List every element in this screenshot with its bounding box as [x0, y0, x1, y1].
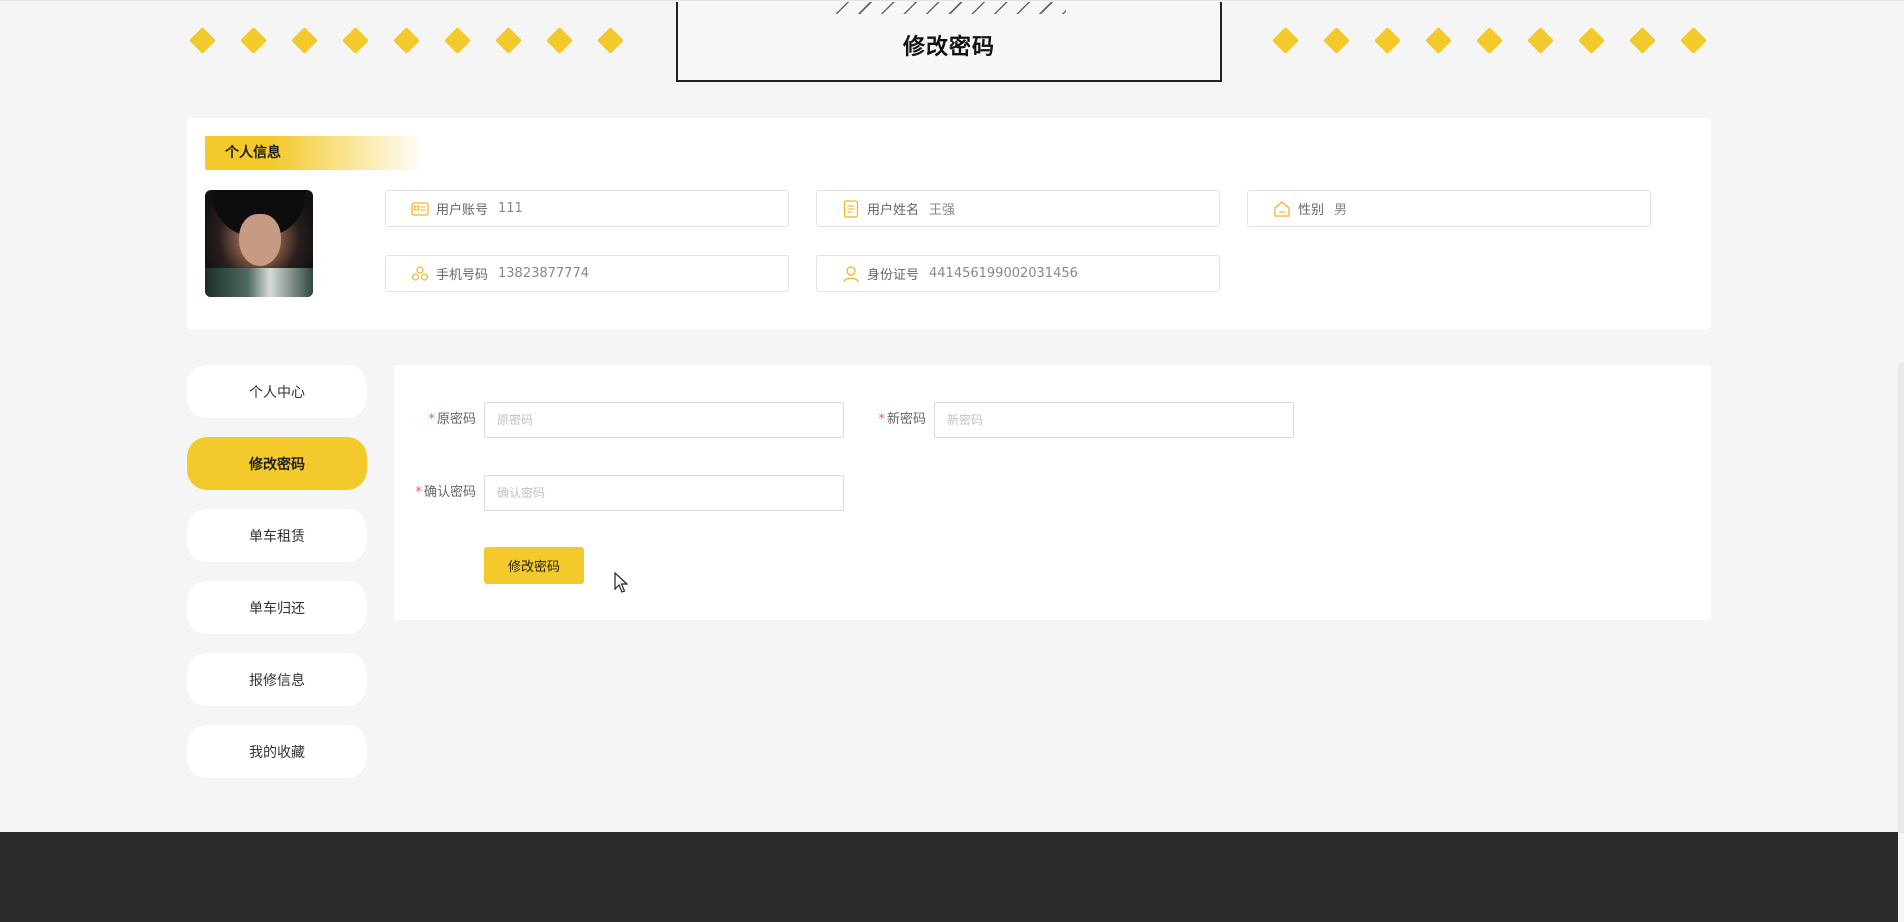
diamond-icon [393, 27, 420, 54]
info-field-id-number: 身份证号 441456199002031456 [816, 255, 1220, 292]
confirm-password-label-text: 确认密码 [423, 485, 476, 500]
diamond-icon [444, 27, 471, 54]
phone-icon [410, 264, 430, 284]
new-password-input[interactable] [934, 402, 1294, 438]
diamond-icon [1578, 27, 1605, 54]
page-title-banner: 修改密码 [676, 2, 1222, 82]
profile-section-title: 个人信息 [205, 136, 425, 170]
hatch-decoration [836, 2, 1066, 14]
page-scrollbar[interactable] [1898, 363, 1904, 833]
old-password-label: * 原密码 [414, 402, 476, 438]
confirm-password-label: * 确认密码 [404, 475, 476, 511]
diamond-icon [597, 27, 624, 54]
info-value: 王强 [929, 203, 956, 218]
diamond-icon [1629, 27, 1656, 54]
info-label: 手机号码 [436, 268, 489, 283]
decorative-diamonds-left [189, 27, 636, 54]
required-mark: * [878, 412, 885, 427]
diamond-icon [1323, 27, 1350, 54]
info-value: 441456199002031456 [929, 266, 1078, 281]
required-mark: * [415, 485, 422, 500]
old-password-label-text: 原密码 [436, 412, 476, 427]
home-icon [1272, 199, 1292, 219]
document-icon [841, 199, 861, 219]
diamond-icon [1476, 27, 1503, 54]
decorative-diamonds-right [1272, 27, 1719, 54]
diamond-icon [1272, 27, 1299, 54]
info-value: 111 [498, 201, 523, 216]
info-field-name: 用户姓名 王强 [816, 190, 1220, 227]
diamond-icon [1527, 27, 1554, 54]
avatar [205, 190, 313, 297]
required-mark: * [428, 412, 435, 427]
new-password-label: * 新密码 [864, 402, 926, 438]
sidebar-item-repair-info[interactable]: 报修信息 [187, 653, 367, 706]
diamond-icon [1425, 27, 1452, 54]
sidebar-item-favorites[interactable]: 我的收藏 [187, 725, 367, 778]
page-title: 修改密码 [902, 35, 995, 60]
user-icon [841, 264, 861, 284]
profile-card: 个人信息 用户账号 111 用户姓名 王强 性别 男 手机号码 13823877… [187, 118, 1711, 329]
info-label: 性别 [1298, 203, 1325, 218]
info-value: 13823877774 [498, 266, 589, 281]
footer [0, 832, 1898, 922]
info-value: 男 [1334, 203, 1348, 218]
diamond-icon [1680, 27, 1707, 54]
page: 修改密码 个人信息 用户账号 111 用户姓名 王强 性别 男 手机号码 138… [0, 0, 1904, 922]
password-form: * 原密码 * 新密码 * 确认密码 修改密码 [394, 365, 1711, 620]
new-password-label-text: 新密码 [886, 412, 926, 427]
confirm-password-input[interactable] [484, 475, 844, 511]
avatar-face [239, 214, 281, 266]
mouse-cursor-icon [614, 571, 629, 598]
diamond-icon [240, 27, 267, 54]
info-field-phone: 手机号码 13823877774 [385, 255, 789, 292]
diamond-icon [342, 27, 369, 54]
change-password-button[interactable]: 修改密码 [484, 547, 584, 584]
old-password-input[interactable] [484, 402, 844, 438]
info-field-gender: 性别 男 [1247, 190, 1651, 227]
info-label: 用户账号 [436, 203, 489, 218]
sidebar-item-change-password[interactable]: 修改密码 [187, 437, 367, 490]
diamond-icon [1374, 27, 1401, 54]
sidebar-item-personal-center[interactable]: 个人中心 [187, 365, 367, 418]
diamond-icon [291, 27, 318, 54]
sidebar-item-bike-return[interactable]: 单车归还 [187, 581, 367, 634]
diamond-icon [495, 27, 522, 54]
diamond-icon [189, 27, 216, 54]
diamond-icon [546, 27, 573, 54]
sidebar-item-bike-rental[interactable]: 单车租赁 [187, 509, 367, 562]
info-label: 用户姓名 [867, 203, 920, 218]
info-label: 身份证号 [867, 268, 920, 283]
id-card-icon [410, 199, 430, 219]
avatar-jacket [205, 268, 313, 297]
info-field-account: 用户账号 111 [385, 190, 789, 227]
